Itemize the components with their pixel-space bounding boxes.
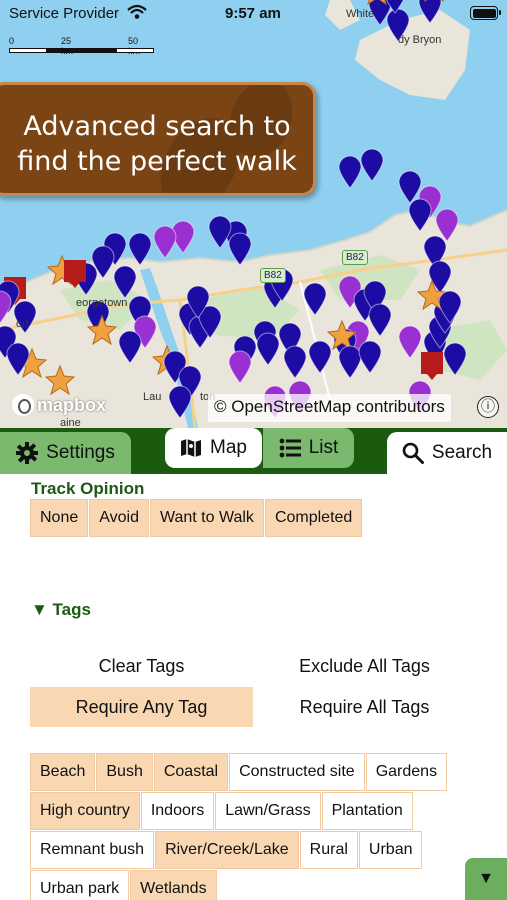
walk-pin-icon[interactable]: [307, 340, 333, 379]
walk-pin-icon[interactable]: [5, 342, 31, 381]
wifi-icon: [127, 4, 147, 24]
tag-chip[interactable]: Urban: [358, 831, 423, 869]
mapbox-logo[interactable]: mapbox: [12, 394, 106, 416]
tag-chip[interactable]: Indoors: [140, 792, 215, 830]
require-all-tags-button[interactable]: Require All Tags: [253, 687, 476, 727]
star-marker-icon[interactable]: [86, 314, 118, 350]
tab-map-label: Map: [210, 437, 247, 458]
map-icon: [180, 437, 202, 459]
track-opinion-chip[interactable]: Avoid: [89, 499, 149, 537]
mapbox-logo-text: mapbox: [37, 394, 107, 415]
clock: 9:57 am: [225, 5, 281, 22]
scale-label: 25 km: [61, 36, 73, 56]
tag-chip[interactable]: High country: [30, 792, 140, 830]
list-icon: [279, 437, 301, 459]
map-view[interactable]: White dy Bryon eorgetown ort Lau ton ain…: [0, 0, 507, 428]
square-marker-icon[interactable]: [62, 258, 88, 293]
walk-pin-icon[interactable]: [117, 330, 143, 369]
walk-pin-icon[interactable]: [407, 198, 433, 237]
gear-icon: [16, 442, 39, 464]
magnifier-icon: [402, 442, 424, 464]
tag-chip[interactable]: Constructed site: [229, 753, 365, 791]
carrier-label: Service Provider: [9, 5, 120, 22]
tag-chip[interactable]: Coastal: [153, 753, 229, 791]
require-any-tag-button[interactable]: Require Any Tag: [30, 687, 253, 727]
scale-bar-graphic: [9, 48, 154, 53]
tag-chip[interactable]: Wetlands: [130, 870, 217, 900]
walk-pin-icon[interactable]: [185, 285, 211, 324]
tab-list-label: List: [308, 437, 339, 458]
tab-list[interactable]: List: [263, 428, 354, 468]
tag-chip[interactable]: Remnant bush: [30, 831, 155, 869]
clear-tags-button[interactable]: Clear Tags: [30, 646, 253, 686]
tag-chip-list: Beach Bush Coastal Constructed site Gardens H…: [30, 753, 470, 900]
map-attribution-bar: mapbox © OpenStreetMap contributors ⓘ: [0, 388, 507, 428]
walk-pin-icon[interactable]: [207, 215, 233, 254]
place-label: eorgetown: [76, 297, 128, 309]
road-badge: B82: [342, 250, 368, 265]
tag-chip[interactable]: Rural: [299, 831, 358, 869]
walk-pin-icon[interactable]: [437, 290, 463, 329]
track-opinion-options: None Avoid Want to Walk Completed: [30, 499, 363, 538]
walk-pin-icon[interactable]: [357, 340, 383, 379]
tab-search[interactable]: Search: [387, 432, 507, 474]
walk-pin-icon[interactable]: [152, 225, 178, 264]
walk-pin-icon[interactable]: [302, 282, 328, 321]
search-panel: Track Opinion None Avoid Want to Walk Compl…: [0, 474, 507, 900]
track-opinion-chip[interactable]: Completed: [264, 499, 363, 537]
track-opinion-title: Track Opinion: [31, 479, 145, 498]
status-bar: Service Provider 9:57 am: [0, 0, 507, 28]
info-icon[interactable]: ⓘ: [477, 396, 499, 418]
tag-chip[interactable]: Bush: [96, 753, 153, 791]
track-opinion-chip[interactable]: None: [30, 499, 89, 537]
promo-banner[interactable]: Advanced search to find the perfect walk: [0, 82, 316, 196]
exclude-all-tags-button[interactable]: Exclude All Tags: [253, 646, 476, 686]
place-label: ort: [16, 318, 29, 330]
tag-chip[interactable]: Gardens: [365, 753, 448, 791]
banner-line: find the perfect walk: [17, 146, 297, 177]
tag-chip[interactable]: River/Creek/Lake: [155, 831, 299, 869]
tags-section-toggle[interactable]: ▼ Tags: [31, 600, 91, 620]
battery-icon: [470, 6, 501, 20]
tag-chip[interactable]: Beach: [30, 753, 96, 791]
osm-attribution-link[interactable]: © OpenStreetMap contributors: [208, 394, 451, 422]
place-label: dy Bryon: [398, 34, 442, 46]
walk-pin-icon[interactable]: [282, 345, 308, 384]
walk-pin-icon[interactable]: [227, 350, 253, 389]
walk-pin-icon[interactable]: [337, 155, 363, 194]
road-badge: B82: [260, 268, 286, 283]
collapse-panel-button[interactable]: ▼: [465, 858, 507, 900]
walk-pin-icon[interactable]: [442, 342, 468, 381]
tab-settings[interactable]: Settings: [0, 432, 131, 474]
mapbox-logo-icon: [12, 394, 34, 416]
scale-label: 50 km: [128, 36, 140, 56]
banner-line: Advanced search to: [23, 111, 291, 142]
tag-chip[interactable]: Urban park: [30, 870, 130, 900]
tag-chip[interactable]: Lawn/Grass: [215, 792, 321, 830]
tab-bar: Settings Map List Search: [0, 428, 507, 474]
scale-label: 0: [9, 36, 15, 46]
tab-search-label: Search: [431, 442, 493, 463]
tab-map[interactable]: Map: [165, 428, 262, 468]
tab-settings-label: Settings: [46, 442, 115, 463]
tag-chip[interactable]: Plantation: [321, 792, 413, 830]
track-opinion-chip[interactable]: Want to Walk: [149, 499, 264, 537]
